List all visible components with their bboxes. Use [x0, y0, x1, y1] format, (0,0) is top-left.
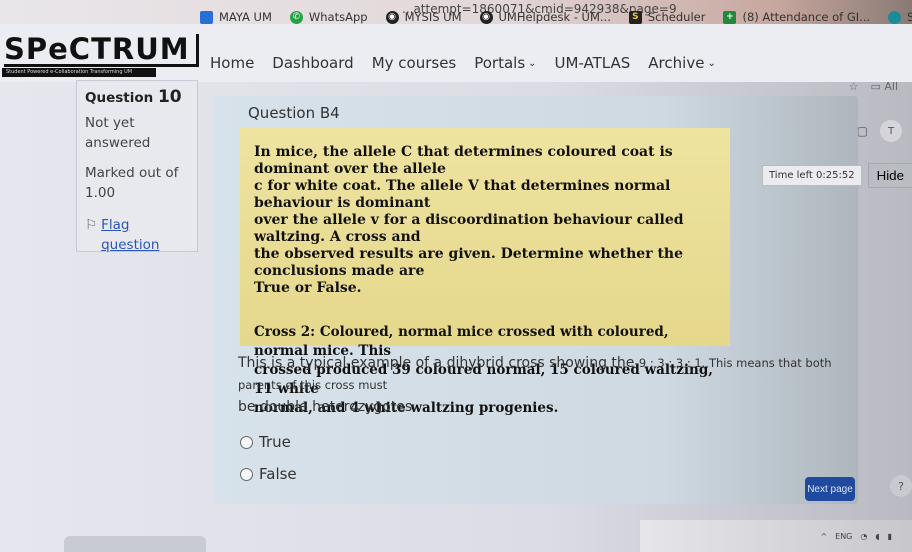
answer-option-false[interactable]: False	[240, 458, 297, 490]
time-left: Time left 0:25:52	[762, 165, 862, 186]
bookmark-scheduler[interactable]: S Scheduler	[628, 10, 706, 24]
next-page-button[interactable]: Next page	[805, 477, 855, 501]
answer-option-true[interactable]: True	[240, 426, 297, 458]
bookmark-label: SOX1001 INTRODUC...	[907, 10, 912, 24]
nav-label: Portals	[474, 54, 526, 72]
question-intro: In mice, the allele C that determines co…	[254, 144, 720, 297]
question-number: Question 10	[85, 87, 189, 107]
flag-question-link[interactable]: Flag question	[101, 215, 189, 255]
site-header: SPeCTRUM Student Powered e-Collaboration…	[0, 24, 912, 82]
radio-true[interactable]	[240, 435, 253, 449]
chevron-down-icon: ⌄	[707, 57, 716, 69]
bookmark-label: UMHelpdesk - UM...	[498, 10, 611, 24]
intro-line: True or False.	[254, 280, 362, 296]
intro-line: c for white coat. The allele V that dete…	[254, 178, 671, 211]
nav-my-courses[interactable]: My courses	[372, 54, 457, 72]
chevron-down-icon: ⌄	[528, 57, 537, 69]
intro-line: over the allele v for a discoordination …	[254, 212, 684, 245]
messages-icon[interactable]: ▢	[857, 124, 868, 138]
bookmark-umhelpdesk[interactable]: ◉ UMHelpdesk - UM...	[479, 10, 611, 24]
statement-text: This is a typical example of a dihybrid …	[238, 355, 639, 371]
scheduler-icon: S	[628, 10, 642, 24]
question-title: Question B4	[248, 104, 340, 122]
nav-portals[interactable]: Portals ⌄	[474, 54, 536, 72]
battery-icon[interactable]: ▮	[888, 532, 892, 541]
main-nav: Home Dashboard My courses Portals ⌄ UM-AT…	[210, 54, 716, 72]
tray-language-icon[interactable]: ENG	[835, 532, 852, 541]
bookmark-site-icon	[888, 10, 902, 24]
intro-line: In mice, the allele C that determines co…	[254, 144, 673, 177]
flag-question-button[interactable]: ⚐ Flag question	[85, 215, 189, 255]
nav-label: Dashboard	[272, 54, 354, 72]
question-marks: Marked out of 1.00	[85, 165, 179, 201]
system-taskbar: ^ ENG ◔ ◖ ▮	[640, 520, 912, 552]
volume-icon[interactable]: ◖	[875, 532, 879, 541]
question-statement: This is a typical example of a dihybrid …	[238, 352, 838, 418]
nav-dashboard[interactable]: Dashboard	[272, 54, 353, 72]
bookmark-mysis[interactable]: ◉ MYSIS UM	[385, 10, 462, 24]
radio-false[interactable]	[240, 467, 253, 481]
question-number-value: 10	[157, 87, 182, 107]
globe-icon: ◉	[385, 10, 399, 24]
hide-timer-button[interactable]: Hide	[867, 163, 912, 188]
intro-line: the observed results are given. Determin…	[254, 246, 683, 279]
question-state: Not yet answered	[85, 115, 151, 151]
logo-tagline: Student Powered e-Collaboration Transfor…	[2, 68, 156, 77]
bookmark-sox1001[interactable]: SOX1001 INTRODUC...	[888, 10, 912, 24]
maya-icon	[200, 10, 213, 24]
bookmark-attendance[interactable]: + (8) Attendance of GI...	[723, 10, 870, 24]
bookmark-maya[interactable]: MAYA UM	[200, 10, 272, 24]
answer-label: False	[259, 465, 297, 483]
user-avatar[interactable]: T	[880, 120, 902, 142]
bookmark-whatsapp[interactable]: ✆ WhatsApp	[289, 10, 368, 24]
bookmark-label: Scheduler	[647, 10, 706, 24]
question-info-box: Question 10 Not yet answered Marked out …	[76, 80, 198, 255]
spectrum-logo[interactable]: SPeCTRUM	[4, 34, 199, 67]
wifi-icon[interactable]: ◔	[860, 532, 867, 541]
nav-label: Home	[210, 54, 255, 72]
question-label: Question	[85, 90, 154, 106]
question-content-panel: Question B4 In mice, the allele C that d…	[214, 96, 858, 504]
flag-icon: ⚐	[85, 217, 98, 233]
tray-chevron-icon[interactable]: ^	[820, 532, 827, 541]
nav-home[interactable]: Home	[210, 54, 254, 72]
nav-archive[interactable]: Archive ⌄	[648, 54, 716, 72]
bookmark-label: WhatsApp	[308, 10, 368, 24]
bookmark-label: MYSIS UM	[404, 10, 462, 24]
answer-options: True False	[240, 426, 297, 490]
nav-label: My courses	[371, 54, 457, 72]
question-text-box: In mice, the allele C that determines co…	[240, 128, 730, 416]
bookmark-label: (8) Attendance of GI...	[742, 10, 871, 24]
statement-text: be double heterozygotes.	[238, 399, 417, 415]
whatsapp-icon: ✆	[289, 10, 303, 24]
bookmark-label: MAYA UM	[219, 10, 272, 24]
nav-um-atlas[interactable]: UM-ATLAS	[555, 54, 631, 72]
answer-label: True	[259, 433, 291, 451]
nav-label: UM-ATLAS	[554, 54, 631, 72]
quiz-timer: Time left 0:25:52 Hide	[762, 163, 912, 188]
nav-label: Archive	[648, 54, 705, 72]
globe-icon: ◉	[479, 10, 493, 24]
bottom-tab	[64, 536, 206, 552]
attendance-icon: +	[723, 10, 737, 24]
help-button[interactable]: ?	[890, 475, 912, 497]
